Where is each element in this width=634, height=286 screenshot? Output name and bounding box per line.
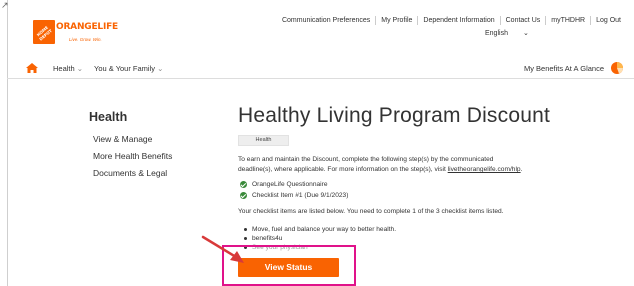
link-my-profile[interactable]: My Profile — [375, 16, 417, 25]
nav-you-family-label: You & Your Family — [94, 64, 156, 73]
checklist-label: Checklist Item #1 (Due 9/1/2023) — [252, 192, 349, 199]
link-mythdhr[interactable]: myTHDHR — [545, 16, 590, 25]
top-links: Communication Preferences My Profile Dep… — [277, 16, 626, 25]
intro-end: . — [520, 166, 523, 173]
link-log-out[interactable]: Log Out — [590, 16, 626, 25]
category-tag: Health — [238, 135, 289, 146]
check-circle-icon — [240, 181, 247, 188]
cursor-icon: ↗ — [1, 0, 9, 10]
chevron-down-icon: ⌄ — [522, 30, 529, 37]
check-circle-icon — [240, 192, 247, 199]
intro-text: deadline(s), where applicable. For more … — [238, 166, 448, 173]
chevron-down-icon: ⌄ — [76, 64, 84, 73]
nav-my-benefits[interactable]: My Benefits At A Glance — [524, 64, 604, 73]
pie-chart-icon[interactable] — [610, 61, 624, 75]
hlp-link[interactable]: livetheorangelife.com/hlp — [448, 166, 521, 173]
checklist-intro: Your checklist items are listed below. Y… — [238, 208, 504, 215]
language-select[interactable]: English ⌄ — [485, 29, 529, 38]
nav-health-label: Health — [53, 64, 75, 73]
language-value: English — [485, 29, 508, 37]
link-contact-us[interactable]: Contact Us — [499, 16, 546, 25]
sidebar-link-view-manage[interactable]: View & Manage — [93, 134, 152, 144]
main-nav: Health ⌄ You & Your Family ⌄ My Benefits… — [7, 59, 634, 79]
nav-health[interactable]: Health ⌄ — [53, 64, 83, 73]
view-status-button[interactable]: View Status — [238, 258, 339, 277]
orangelife-logo[interactable]: HOME DEPOT ORANGELIFE Live. Grow. Win. — [33, 20, 119, 46]
intro-line-2: deadline(s), where applicable. For more … — [238, 165, 522, 175]
logo-tagline: Live. Grow. Win. — [69, 37, 102, 42]
checklist-item-questionnaire: OrangeLife Questionnaire — [240, 181, 328, 188]
list-item: Move, fuel and balance your way to bette… — [244, 226, 396, 233]
link-communication-preferences[interactable]: Communication Preferences — [277, 16, 375, 25]
link-dependent-information[interactable]: Dependent Information — [417, 16, 499, 25]
page-title: Healthy Living Program Discount — [238, 104, 551, 127]
sidebar-link-documents-legal[interactable]: Documents & Legal — [93, 168, 167, 178]
home-icon[interactable] — [26, 63, 38, 73]
checklist-item-1: Checklist Item #1 (Due 9/1/2023) — [240, 192, 348, 199]
home-depot-logo-mark: HOME DEPOT — [33, 20, 55, 44]
sidebar-title: Health — [89, 110, 128, 124]
checklist-label: OrangeLife Questionnaire — [252, 181, 328, 188]
sidebar-link-more-health-benefits[interactable]: More Health Benefits — [93, 151, 172, 161]
logo-brand-text: ORANGELIFE — [56, 22, 118, 32]
nav-you-family[interactable]: You & Your Family ⌄ — [94, 64, 163, 73]
annotation-arrow-icon — [201, 235, 244, 263]
chevron-down-icon: ⌄ — [157, 64, 164, 73]
intro-line-1: To earn and maintain the Discount, compl… — [238, 156, 494, 163]
